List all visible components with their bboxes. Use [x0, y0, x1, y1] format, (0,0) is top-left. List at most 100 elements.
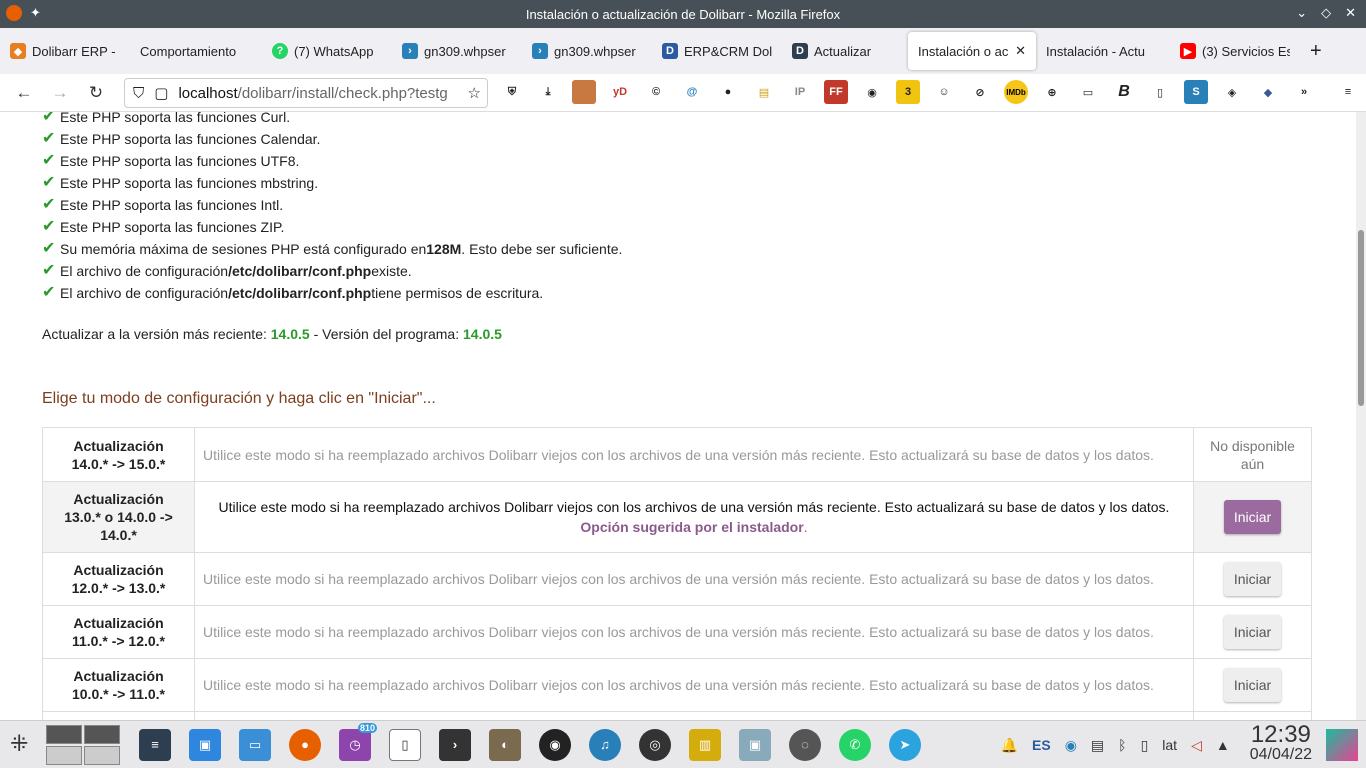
- back-button[interactable]: ←: [6, 78, 42, 108]
- menu-icon[interactable]: ≡: [1336, 80, 1360, 104]
- location-icon[interactable]: ◈: [1220, 80, 1244, 104]
- telegram-icon[interactable]: ➤: [889, 728, 921, 761]
- store-icon[interactable]: ▣: [189, 728, 221, 761]
- badge-3-icon[interactable]: 3: [896, 80, 920, 104]
- overflow-chevron-icon[interactable]: »: [1292, 80, 1316, 104]
- ff-icon[interactable]: FF: [824, 80, 848, 104]
- media-player-icon[interactable]: ◎: [639, 728, 671, 761]
- start-button-suggested[interactable]: Iniciar: [1223, 500, 1282, 534]
- clipboard-icon[interactable]: ▤: [1091, 737, 1104, 754]
- cc-icon[interactable]: ©: [644, 80, 668, 104]
- screenshot-icon[interactable]: ▣: [739, 728, 771, 761]
- check-icon: ✔: [42, 196, 56, 213]
- download-circle-icon[interactable]: ⊕: [1040, 80, 1064, 104]
- close-tab-icon[interactable]: ✕: [1015, 43, 1026, 59]
- modes-table: Actualización 14.0.* -> 15.0.* Utilice es…: [42, 427, 1312, 720]
- dolibarr-icon: ◆: [10, 43, 26, 59]
- gimp-icon[interactable]: ◐: [489, 728, 521, 761]
- b-icon[interactable]: B: [1112, 80, 1136, 104]
- ghost-icon[interactable]: ●: [716, 80, 740, 104]
- check-row: ✔ El archivo de configuración /etc/doliba…: [42, 260, 622, 282]
- scrollbar-thumb[interactable]: [1358, 230, 1364, 406]
- start-button[interactable]: Iniciar: [1223, 562, 1282, 596]
- update-icon[interactable]: ◉: [1065, 737, 1077, 754]
- tab-erp-crm[interactable]: D ERP&CRM Dol: [652, 32, 782, 70]
- tray-expand-icon[interactable]: ▲: [1216, 737, 1230, 753]
- tab-dolibarr-erp[interactable]: ◆ Dolibarr ERP -: [0, 32, 130, 70]
- page-info-icon[interactable]: ▢: [154, 84, 168, 102]
- new-tab-button[interactable]: +: [1300, 32, 1332, 70]
- check-icon: ✔: [42, 112, 56, 125]
- bluetooth-icon[interactable]: ᛒ: [1118, 737, 1126, 753]
- not-available-label: No disponible aún: [1193, 427, 1312, 482]
- ip-icon[interactable]: IP: [788, 80, 812, 104]
- firefox-icon: [6, 5, 22, 21]
- obs-icon[interactable]: ◉: [539, 728, 571, 761]
- taskbar: ⁜ ≡ ▣ ▭ ● ◷ 810 ▯ › ◐ ◉ ♫ ◎ ▥ ▣ ◌ ✆ ➤ 🔔 E…: [0, 720, 1366, 768]
- camera-icon[interactable]: ▭: [1076, 80, 1100, 104]
- minimize-icon[interactable]: ⌄: [1296, 5, 1307, 21]
- tab-servicios[interactable]: ▶ (3) Servicios Es: [1170, 32, 1300, 70]
- tab-comportamiento[interactable]: Comportamiento: [130, 32, 262, 70]
- firefox-taskbar-icon[interactable]: ●: [289, 728, 321, 761]
- tab-gn309-2[interactable]: › gn309.whpser: [522, 32, 652, 70]
- console-icon[interactable]: ›: [439, 728, 471, 761]
- notifications-icon[interactable]: 🔔: [1001, 737, 1018, 754]
- suggested-option: Opción sugerida por el instalador.: [580, 519, 808, 535]
- mode-name: Actualización 10.0.* -> 11.0.*: [42, 658, 195, 712]
- window-title: Instalación o actualización de Dolibarr …: [525, 6, 841, 22]
- headphones-icon[interactable]: ♫: [589, 728, 621, 761]
- gauge-icon[interactable]: ◉: [860, 80, 884, 104]
- check-icon: ✔: [42, 284, 56, 301]
- tab-actualizar[interactable]: D Actualizar: [782, 32, 908, 70]
- virtual-desktop-pager[interactable]: [46, 724, 120, 765]
- tab-instalacion-actu[interactable]: Instalación - Actu: [1036, 32, 1170, 70]
- imdb-icon[interactable]: IMDb: [1004, 80, 1028, 104]
- whatsapp-taskbar-icon[interactable]: ✆: [839, 728, 871, 761]
- keyboard-layout[interactable]: lat: [1162, 737, 1177, 753]
- nav-bar: ← → ↻ ⛉ ▢ localhost/dolibarr/install/che…: [0, 74, 1366, 112]
- close-icon[interactable]: ✕: [1345, 5, 1356, 21]
- maximize-icon[interactable]: ◇: [1321, 5, 1331, 21]
- files-icon[interactable]: ▭: [239, 728, 271, 761]
- latest-version: 14.0.5: [270, 326, 310, 342]
- avatar-icon[interactable]: [572, 80, 596, 104]
- tab-gn309-1[interactable]: › gn309.whpser: [392, 32, 522, 70]
- text-editor-icon[interactable]: ▯: [389, 728, 421, 761]
- bookmark-star-icon[interactable]: ☆: [468, 84, 481, 102]
- shield-icon[interactable]: ⛉: [133, 85, 144, 102]
- doc-icon[interactable]: ▯: [1148, 80, 1172, 104]
- battery-icon[interactable]: ▯: [1141, 737, 1149, 754]
- vpn-icon[interactable]: ◆: [1256, 80, 1280, 104]
- app-launcher-icon[interactable]: ⁜: [10, 731, 28, 757]
- yd-extension-icon[interactable]: yD: [608, 80, 632, 104]
- highlighter-icon[interactable]: ▤: [752, 80, 776, 104]
- url-bar[interactable]: ⛉ ▢ localhost/dolibarr/install/check.php…: [124, 78, 488, 108]
- clock[interactable]: 12:39 04/04/22: [1250, 723, 1312, 765]
- clock-app-icon[interactable]: ◷ 810: [339, 722, 377, 761]
- pocket-icon[interactable]: ⛨: [500, 80, 524, 104]
- webcam-icon[interactable]: ◌: [789, 728, 821, 761]
- show-desktop-icon[interactable]: [1326, 729, 1358, 761]
- volume-muted-icon[interactable]: ◁: [1191, 737, 1202, 754]
- terminal-settings-icon[interactable]: ≡: [139, 728, 171, 761]
- server-icon: ›: [532, 43, 548, 59]
- download-icon[interactable]: ⤓: [536, 80, 560, 104]
- pin-icon[interactable]: ✦: [30, 5, 41, 21]
- skype-s-icon[interactable]: S: [1184, 80, 1208, 104]
- ruler-icon[interactable]: ▥: [689, 728, 721, 761]
- reload-button[interactable]: ↻: [78, 78, 114, 108]
- tab-whatsapp[interactable]: ? (7) WhatsApp: [262, 32, 392, 70]
- page-scrollbar[interactable]: [1356, 112, 1366, 720]
- window-titlebar: ✦ Instalación o actualización de Dolibar…: [0, 0, 1366, 28]
- forward-button[interactable]: →: [42, 78, 78, 108]
- start-button[interactable]: Iniciar: [1223, 668, 1282, 702]
- feather-icon[interactable]: @: [680, 80, 704, 104]
- tab-instalacion-active[interactable]: Instalación o ac ✕: [908, 32, 1036, 70]
- no-script-icon[interactable]: ⊘: [968, 80, 992, 104]
- language-indicator[interactable]: ES: [1032, 737, 1051, 753]
- face-icon[interactable]: ☺: [932, 80, 956, 104]
- mode-description: Utilice este modo si ha reemplazado arch…: [194, 552, 1194, 606]
- start-button[interactable]: Iniciar: [1223, 615, 1282, 649]
- check-icon: ✔: [42, 152, 56, 169]
